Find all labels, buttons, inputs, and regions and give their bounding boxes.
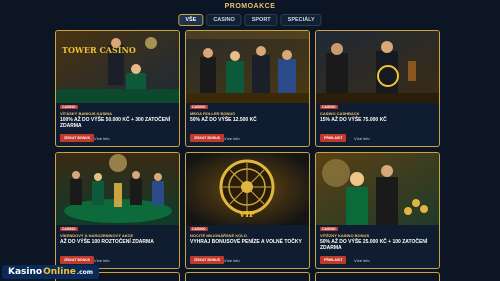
promo-card[interactable]: CASINO MEGA ROLLER BONUS 50% AŽ DO VÝŠE … [185,30,310,147]
promo-description: AŽ DO VÝŠE 100 ROZTOČENÍ ZDARMA [60,239,154,245]
promo-image [186,31,309,103]
promo-title: VÍTĚZNÝ KASINO BONUS [320,233,370,238]
more-info-link[interactable]: Více info [354,258,370,263]
promo-tag: CASINO [60,105,78,109]
promo-title: VÍKENDOVÝ & NAROZENINOVÝ AKCE [60,233,134,238]
promo-card[interactable]: CASINO CASINO CASHBACK 15% AŽ DO VÝŠE 75… [315,30,440,147]
promo-image: VIP [186,153,309,225]
claim-bonus-button[interactable]: ZÍSKAT BONUS [190,134,224,142]
more-info-link[interactable]: Více info [94,258,110,263]
tab-sport[interactable]: SPORT [244,14,278,26]
promo-card[interactable]: CASINO VÍKENDOVÝ & NAROZENINOVÝ AKCE AŽ … [55,152,180,269]
promo-tag: CASINO [320,105,338,109]
promo-title: CASINO CASHBACK [320,111,360,116]
login-button[interactable]: PŘIHLÁSIT [320,256,347,264]
claim-bonus-button[interactable]: ZÍSKAT BONUS [60,256,94,264]
promo-image: TOWER CASINO [56,31,179,103]
promo-art-text: VIP [238,209,255,219]
tab-casino[interactable]: CASINO [206,14,242,26]
logo-part: Online [43,267,76,277]
promo-title: MEGA ROLLER BONUS [190,111,235,116]
site-logo[interactable]: Kasino Online .com [2,265,100,279]
category-tabs: VŠE CASINO SPORT SPECIÁLY [178,14,322,26]
claim-bonus-button[interactable]: ZÍSKAT BONUS [60,134,94,142]
promo-image [316,153,439,225]
promo-card-partial[interactable] [185,272,310,281]
promo-tag: CASINO [320,227,338,231]
promo-tag: CASINO [190,227,208,231]
promo-description: VYHRAJ BONUSOVÉ PENÍZE A VOLNÉ TOČKY [190,239,302,245]
promo-card[interactable]: CASINO VÍTĚZNÝ KASINO BONUS 50% AŽ DO VÝ… [315,152,440,269]
promo-title: NOCITÉ MILIONÁŘSKÉ KOLO [190,233,247,238]
claim-bonus-button[interactable]: ZÍSKAT BONUS [190,256,224,264]
tab-all[interactable]: VŠE [178,14,204,26]
logo-part: .com [76,268,94,276]
page-title: PROMOAKCE [224,3,276,10]
next-row-preview [55,272,440,281]
promo-description: 50% AŽ DO VÝŠE 12.500 KČ [190,117,257,123]
promo-art-text: TOWER CASINO [62,45,136,55]
more-info-link[interactable]: Více info [224,136,240,141]
promo-card[interactable]: VIP CASINO NOCITÉ MILIONÁŘSKÉ KOLO VYHRA… [185,152,310,269]
promo-card[interactable]: TOWER CASINO CASINO VÍTÁSKÝ BANKUS KASIN… [55,30,180,147]
promo-tag: CASINO [190,105,208,109]
promo-description: 15% AŽ DO VÝŠE 75.000 KČ [320,117,387,123]
promo-title: VÍTÁSKÝ BANKUS KASINA [60,111,113,116]
promo-description: 50% AŽ DO VÝŠE 25.000 KČ + 100 ZATOČENÍ … [320,239,428,251]
promo-description: 100% AŽ DO VÝŠE 50.000 KČ + 300 ZATOČENÍ… [60,117,171,129]
promo-tag: CASINO [60,227,78,231]
more-info-link[interactable]: Více info [94,136,110,141]
promo-grid: TOWER CASINO CASINO VÍTÁSKÝ BANKUS KASIN… [55,30,440,269]
promo-image [56,153,179,225]
more-info-link[interactable]: Více info [224,258,240,263]
promo-card-partial[interactable] [315,272,440,281]
logo-part: Kasino [8,267,43,277]
promo-image [316,31,439,103]
login-button[interactable]: PŘIHLÁSIT [320,134,347,142]
more-info-link[interactable]: Více info [354,136,370,141]
tab-specials[interactable]: SPECIÁLY [280,14,322,26]
